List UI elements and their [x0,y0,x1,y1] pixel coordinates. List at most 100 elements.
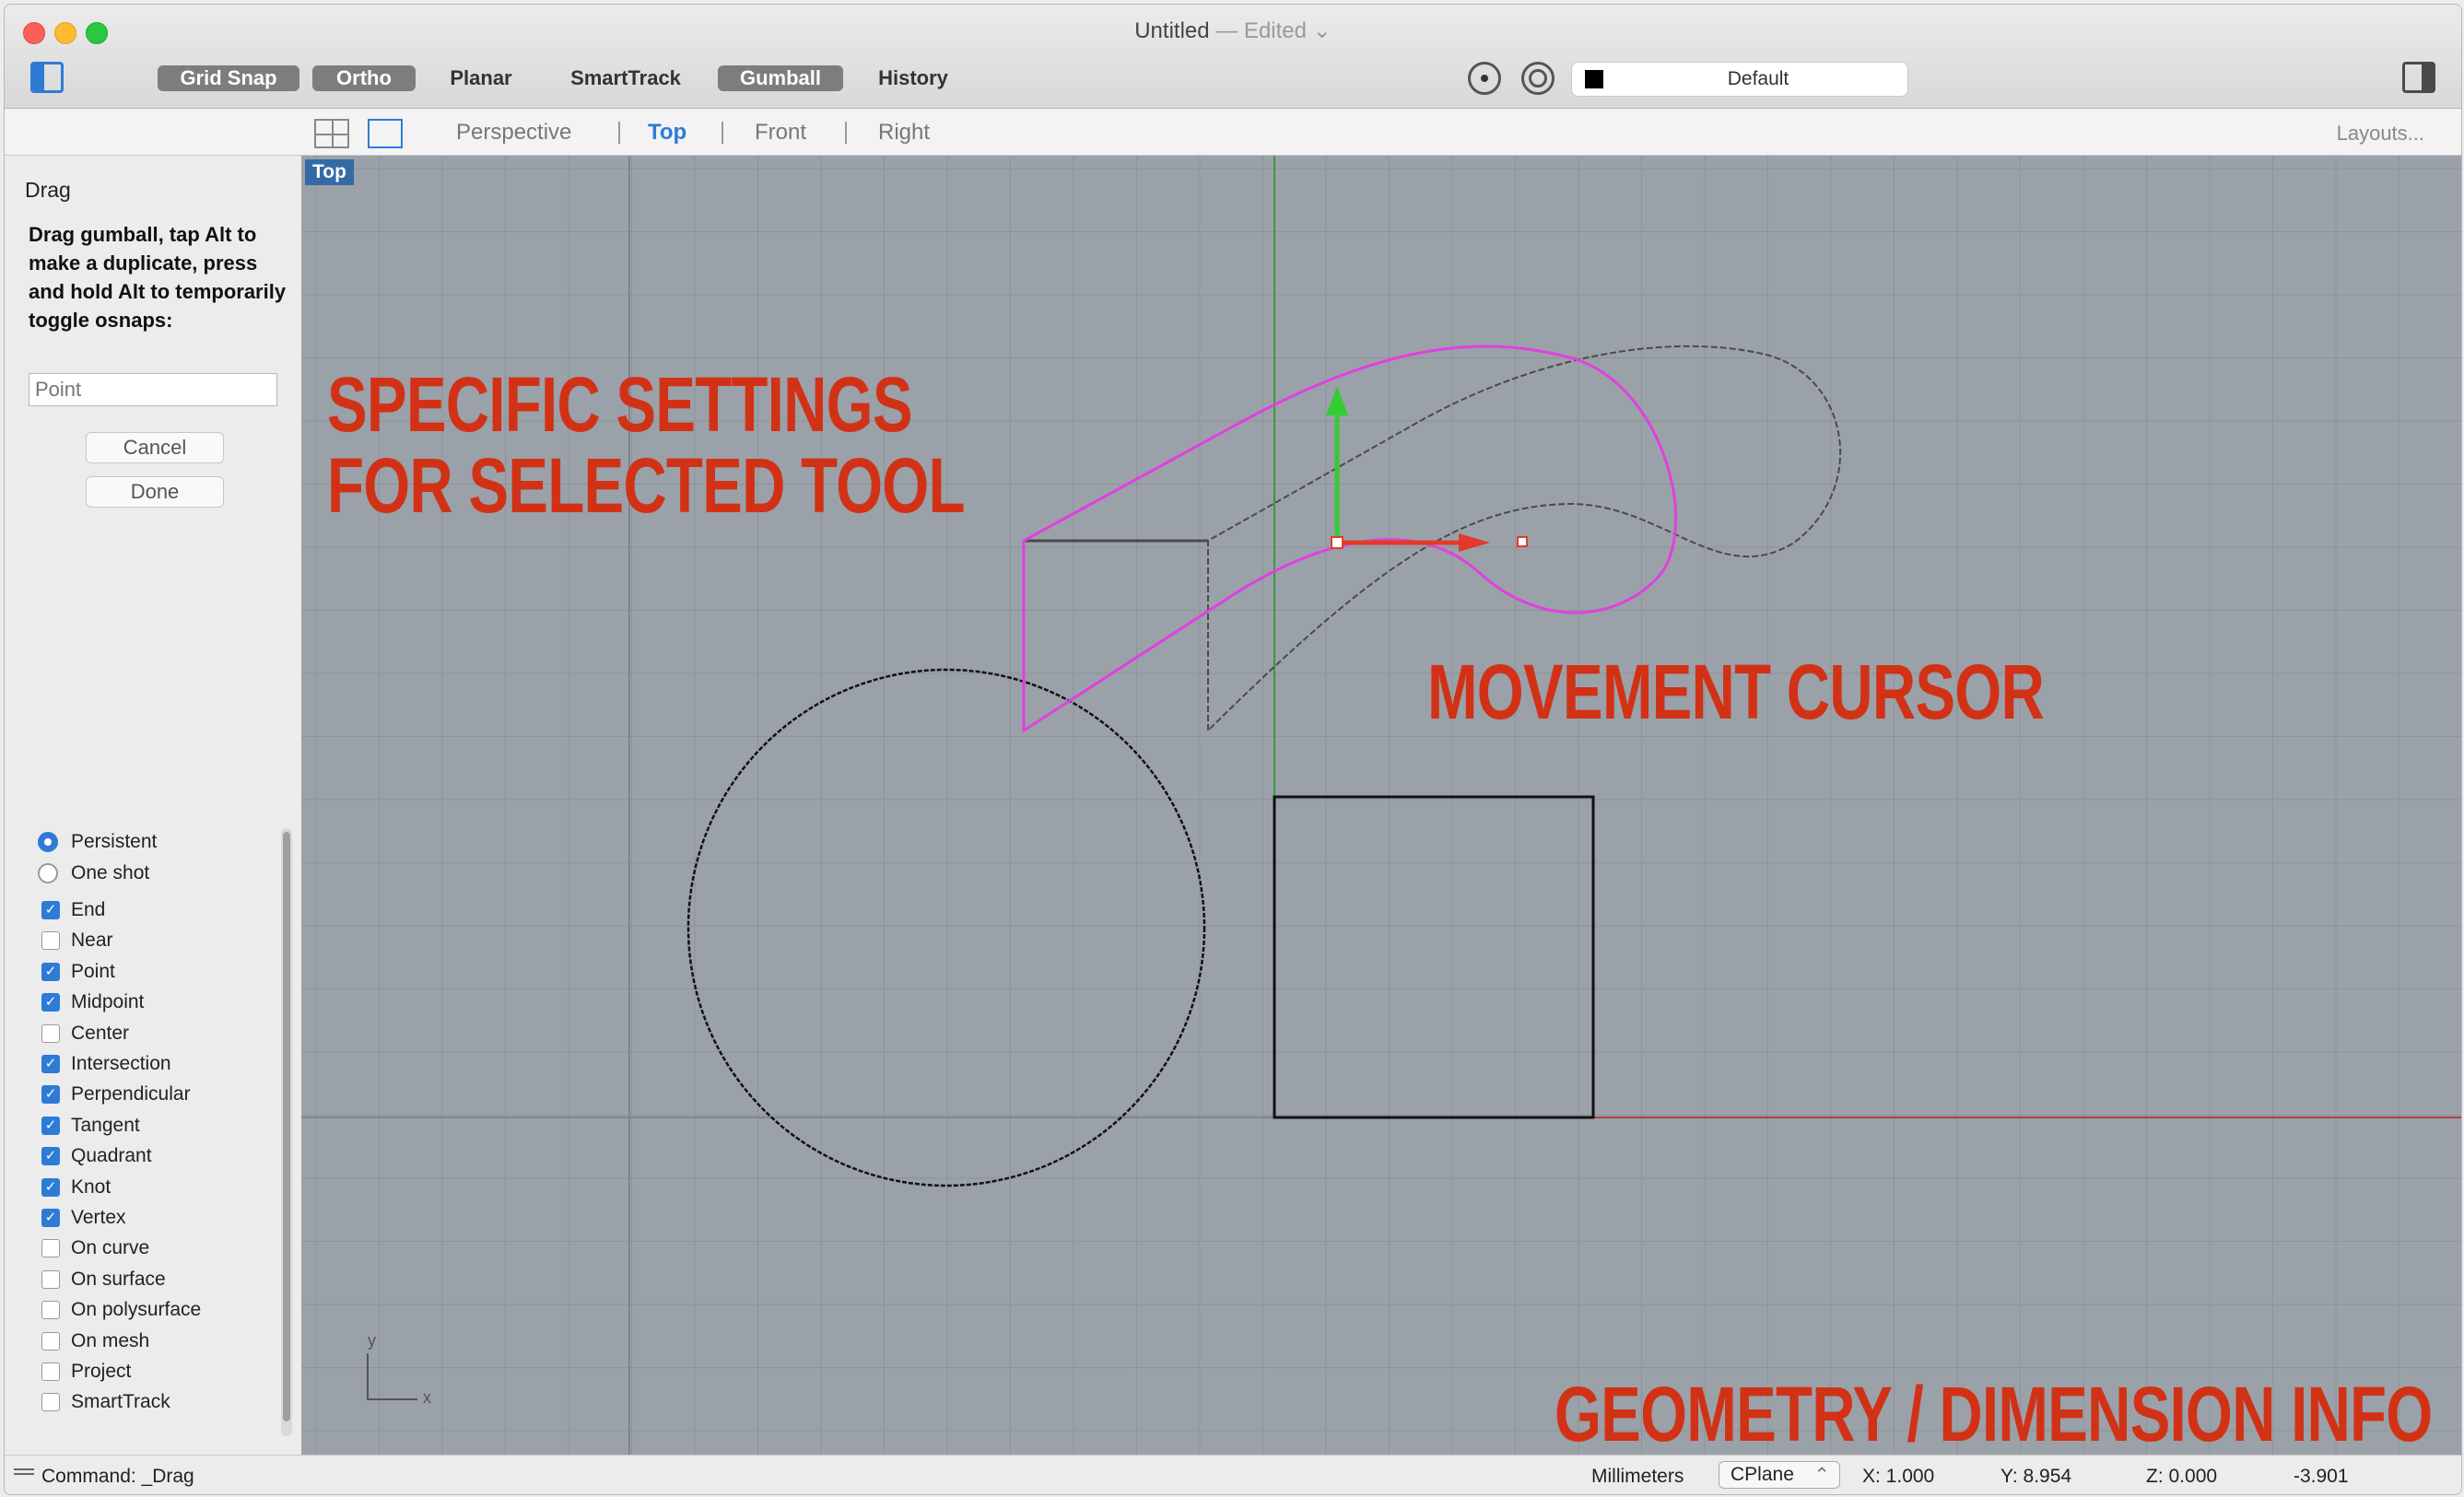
checkbox[interactable] [41,1301,60,1320]
checkbox[interactable]: ✓ [41,1055,60,1073]
top-viewport[interactable]: Top y x SPECIFIC SETTINGS FOR SELECTED T… [301,156,2461,1455]
checkbox[interactable]: ✓ [41,901,60,919]
tab-top[interactable]: Top [648,120,686,146]
cancel-button[interactable]: Cancel [86,432,224,463]
osnap-mode-label: Persistent [71,831,158,852]
tab-separator [618,122,620,144]
axis-x-label: x [423,1388,431,1407]
document-name: Untitled [1134,18,1210,43]
scrollbar-thumb[interactable] [283,832,290,1421]
gumball-center[interactable] [1331,536,1343,549]
command-line[interactable]: Command: _Drag [41,1466,194,1488]
single-view-layout-icon[interactable] [368,119,403,148]
construction-grid [301,156,2461,1455]
command-options-panel: Drag Drag gumball, tap Alt to make a dup… [5,156,299,1455]
cplane-value: CPlane [1731,1464,1794,1485]
ortho-button[interactable]: Ortho [312,65,416,91]
planar-button[interactable]: Planar [438,65,524,91]
viewport-canvas[interactable] [301,156,2461,1455]
osnap-label: Near [71,930,113,952]
layer-color-swatch [1585,70,1603,88]
annotation-settings: SPECIFIC SETTINGS FOR SELECTED TOOL [327,361,966,530]
chevron-updown-icon: ⌃ [1813,1465,1830,1486]
grid-snap-button[interactable]: Grid Snap [158,65,299,91]
osnap-label: Perpendicular [71,1083,191,1105]
checkbox[interactable] [41,1393,60,1412]
app-window: Untitled — Edited ⌄ Grid Snap Ortho Plan… [4,4,2462,1495]
checkbox[interactable]: ✓ [41,1147,60,1166]
checkbox[interactable]: ✓ [41,1177,60,1197]
record-icon[interactable] [1468,62,1501,95]
viewport-toolbar: Perspective Top Front Right Layouts... [5,109,2461,156]
osnap-label: Knot [71,1175,111,1198]
osnap-label: On curve [71,1237,150,1259]
four-view-layout-icon[interactable] [314,119,349,148]
checkbox[interactable]: ✓ [41,1085,60,1105]
rectangle-curve[interactable] [1273,795,1595,1119]
checkbox[interactable] [41,931,60,951]
status-bar: Command: _Drag Millimeters CPlane ⌃ X: 1… [5,1455,2461,1494]
smarttrack-button[interactable]: SmartTrack [554,65,698,91]
title-bar: Untitled — Edited ⌄ Grid Snap Ortho Plan… [5,5,2461,109]
axis-indicator-icon [367,1353,417,1400]
checkbox[interactable] [41,1023,60,1043]
osnap-label: On mesh [71,1329,150,1351]
checkbox[interactable] [41,1331,60,1351]
tab-front[interactable]: Front [755,120,806,146]
axis-y-label: y [368,1331,376,1350]
command-heading: Drag [25,178,71,202]
right-panel-icon[interactable] [2402,62,2435,93]
osnap-label: Point [71,960,115,982]
annotation-settings-line: FOR SELECTED TOOL [327,442,966,530]
osnap-label: On surface [71,1268,166,1290]
cplane-select[interactable]: CPlane ⌃ [1719,1461,1840,1489]
x-coordinate: X: 1.000 [1862,1466,1935,1487]
osnap-label: Quadrant [71,1145,152,1167]
checkbox[interactable]: ✓ [41,1116,60,1135]
annotation-geometry-info: GEOMETRY / DIMENSION INFO [1555,1371,2433,1455]
annotation-settings-line: SPECIFIC SETTINGS [327,361,913,448]
command-history-icon[interactable] [14,1468,34,1475]
circle-curve[interactable] [686,668,1206,1187]
z-coordinate: Z: 0.000 [2146,1466,2218,1487]
units-label: Millimeters [1591,1466,1684,1487]
checkbox[interactable]: ✓ [41,1209,60,1227]
tab-perspective[interactable]: Perspective [456,120,571,146]
layer-selector[interactable]: Default [1571,62,1908,97]
point-input[interactable] [29,373,277,406]
checkbox[interactable] [41,1363,60,1381]
osnap-label: Midpoint [71,991,145,1013]
tab-separator [845,122,847,144]
layouts-button[interactable]: Layouts... [2337,122,2424,146]
checkbox[interactable] [41,1269,60,1289]
osnap-mode-label: One shot [71,862,150,883]
radio-button[interactable] [38,863,58,883]
extra-coordinate: -3.901 [2294,1466,2349,1487]
checkbox[interactable]: ✓ [41,962,60,981]
command-prompt: Drag gumball, tap Alt to make a duplicat… [29,223,287,332]
radio-button[interactable] [38,832,58,852]
osnap-scrollbar[interactable] [281,828,292,1436]
layer-name: Default [1727,68,1789,89]
gumball-y-arrow[interactable] [1326,386,1348,415]
osnap-label: On polysurface [71,1299,202,1321]
osnap-label: Project [71,1361,132,1382]
y-coordinate: Y: 8.954 [2001,1466,2072,1487]
gumball-scale-handle[interactable] [1517,536,1528,547]
checkbox[interactable] [41,1239,60,1258]
gumball-x-arrow[interactable] [1459,533,1490,552]
osnap-label: SmartTrack [71,1391,170,1413]
viewport-title[interactable]: Top [305,159,354,185]
document-status[interactable]: — Edited ⌄ [1215,18,1332,43]
history-button[interactable]: History [862,65,965,91]
osnap-label: Intersection [71,1053,171,1074]
done-button[interactable]: Done [86,476,224,508]
checkbox[interactable]: ✓ [41,993,60,1012]
gumball-button[interactable]: Gumball [718,65,843,91]
tab-right[interactable]: Right [878,120,930,146]
tab-separator [722,122,723,144]
sidebar-toggle-icon[interactable] [30,62,64,93]
osnap-icon[interactable] [1521,62,1555,95]
osnap-label: End [71,899,106,920]
osnap-label: Center [71,1022,130,1044]
